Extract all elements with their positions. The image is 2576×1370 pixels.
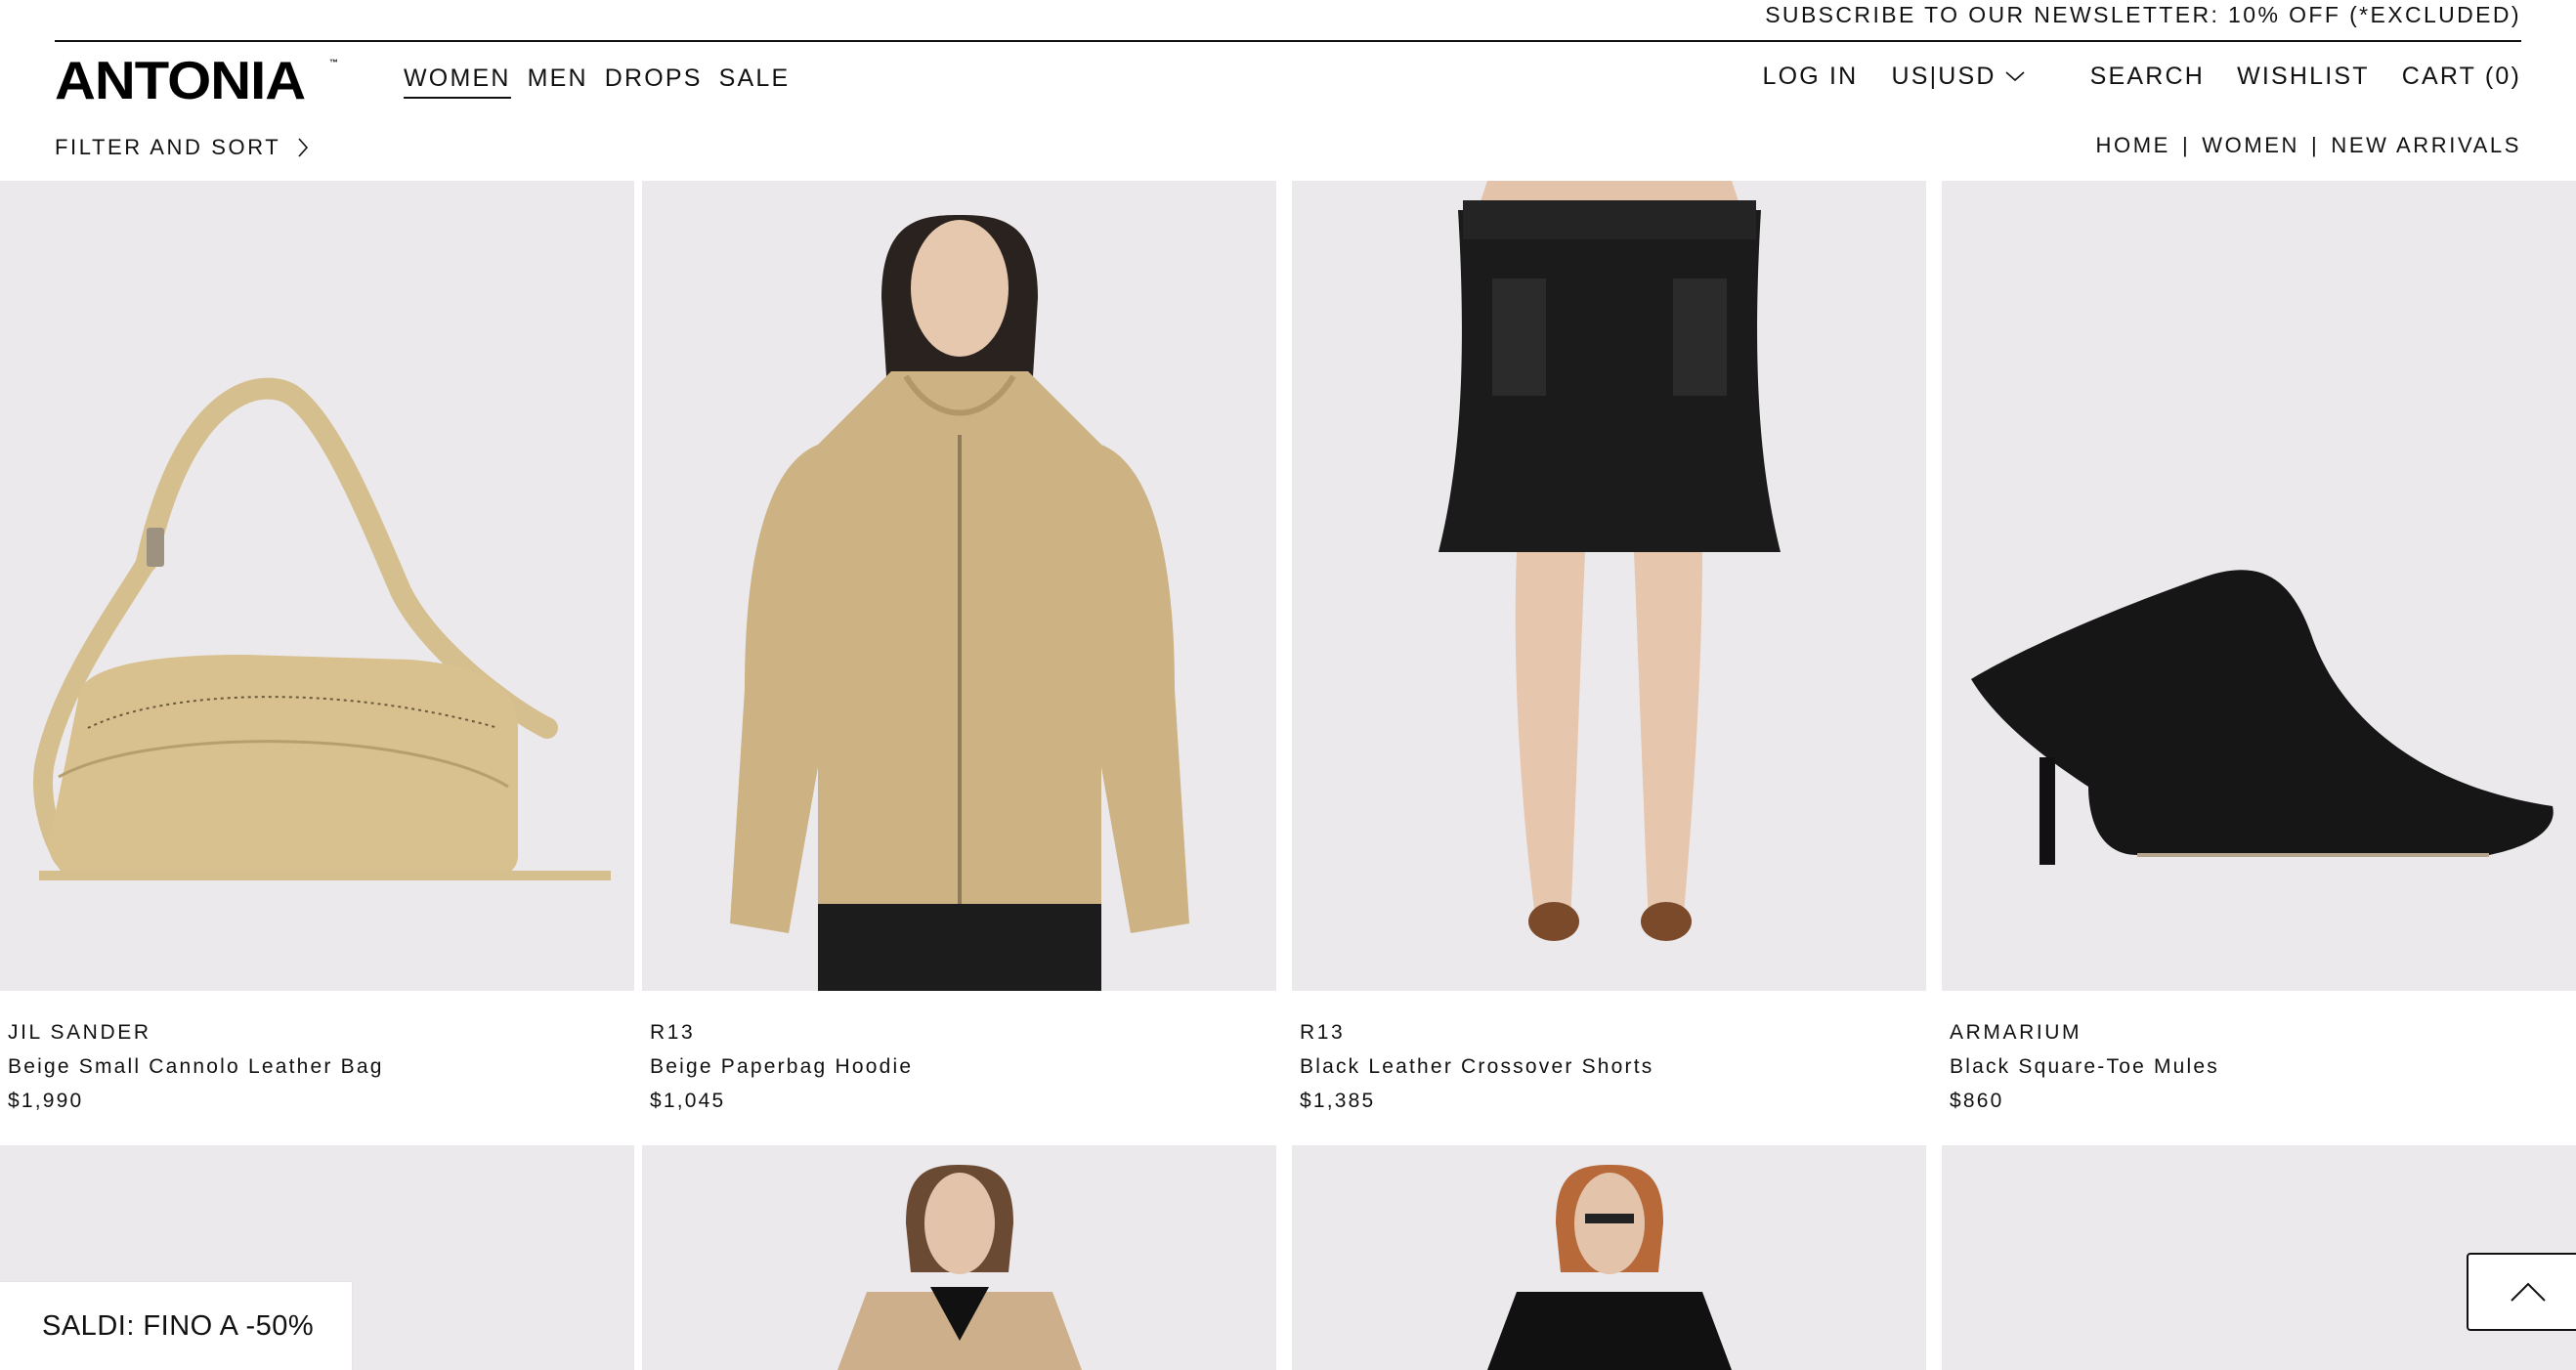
chevron-up-icon xyxy=(2511,1282,2546,1302)
breadcrumb-new-arrivals: NEW ARRIVALS xyxy=(2331,133,2521,157)
hoodie-illustration xyxy=(730,215,1189,991)
scroll-to-top-button[interactable] xyxy=(2467,1253,2576,1331)
mules-illustration xyxy=(1971,570,2554,865)
nav-drops[interactable]: DROPS xyxy=(605,64,703,99)
product-image-hoodie[interactable] xyxy=(642,181,1276,991)
product-name[interactable]: Beige Small Cannolo Leather Bag xyxy=(8,1055,384,1079)
product-image-row2-3[interactable] xyxy=(1292,1145,1926,1370)
bag-illustration xyxy=(33,377,611,880)
filter-sort-button[interactable]: FILTER AND SORT xyxy=(55,135,310,160)
chevron-down-icon xyxy=(2005,71,2025,82)
breadcrumb-home[interactable]: HOME xyxy=(2096,133,2170,158)
product-name[interactable]: Black Leather Crossover Shorts xyxy=(1300,1055,1653,1079)
breadcrumb-women[interactable]: WOMEN xyxy=(2202,133,2299,158)
product-image-bag[interactable] xyxy=(0,181,634,991)
product-brand: ARMARIUM xyxy=(1950,1021,2082,1044)
product-image-shorts[interactable] xyxy=(1292,181,1926,991)
logo-trademark: ™ xyxy=(329,58,338,67)
listing-toolbar: FILTER AND SORT HOME | WOMEN | NEW ARRIV… xyxy=(0,125,2576,168)
breadcrumb: HOME | WOMEN | NEW ARRIVALS xyxy=(2096,133,2521,158)
site-logo[interactable]: ANTONIA xyxy=(55,54,306,107)
breadcrumb-separator: | xyxy=(2181,133,2191,157)
currency-selector[interactable]: US|USD xyxy=(1891,62,2025,91)
nav-women[interactable]: WOMEN xyxy=(404,64,511,99)
main-nav: WOMEN MEN DROPS SALE xyxy=(404,64,790,99)
search-link[interactable]: SEARCH xyxy=(2090,62,2205,91)
cart-link[interactable]: CART (0) xyxy=(2402,62,2521,91)
product-price: $860 xyxy=(1950,1090,2004,1112)
trench-black-illustration xyxy=(1487,1165,1732,1370)
currency-label: US|USD xyxy=(1891,63,1996,90)
filter-sort-label: FILTER AND SORT xyxy=(55,135,281,159)
wishlist-link[interactable]: WISHLIST xyxy=(2237,62,2370,91)
product-price: $1,045 xyxy=(650,1090,726,1112)
newsletter-promo-link[interactable]: SUBSCRIBE TO OUR NEWSLETTER: 10% OFF (*E… xyxy=(1765,2,2521,28)
trench-beige-illustration xyxy=(837,1165,1082,1370)
product-image-row2-2[interactable] xyxy=(642,1145,1276,1370)
product-name[interactable]: Beige Paperbag Hoodie xyxy=(650,1055,913,1079)
user-nav: LOG IN US|USD SEARCH WISHLIST CART (0) xyxy=(1763,62,2522,91)
breadcrumb-separator: | xyxy=(2311,133,2320,157)
product-name[interactable]: Black Square-Toe Mules xyxy=(1950,1055,2219,1079)
product-brand: JIL SANDER xyxy=(8,1021,151,1044)
product-brand: R13 xyxy=(650,1021,696,1044)
product-brand: R13 xyxy=(1300,1021,1346,1044)
login-link[interactable]: LOG IN xyxy=(1763,62,1859,91)
product-price: $1,990 xyxy=(8,1090,84,1112)
sale-banner[interactable]: SALDI: FINO A -50% xyxy=(0,1282,352,1370)
product-image-mules[interactable] xyxy=(1942,181,2576,991)
chevron-right-icon xyxy=(298,138,309,157)
nav-sale[interactable]: SALE xyxy=(719,64,791,99)
nav-men[interactable]: MEN xyxy=(528,64,588,99)
shorts-illustration xyxy=(1438,181,1781,941)
promo-bar: SUBSCRIBE TO OUR NEWSLETTER: 10% OFF (*E… xyxy=(0,0,2576,42)
product-grid: JIL SANDER Beige Small Cannolo Leather B… xyxy=(0,181,2576,1370)
product-price: $1,385 xyxy=(1300,1090,1376,1112)
